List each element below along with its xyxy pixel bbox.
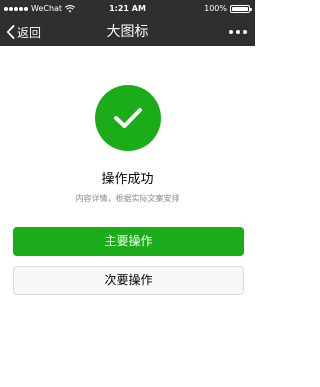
primary-action-button[interactable]: 主要操作 <box>13 227 244 256</box>
success-check-icon <box>95 85 161 151</box>
message-title: 操作成功 <box>101 172 154 187</box>
status-bar: WeChat 1:21 AM 100% <box>0 0 255 18</box>
more-button[interactable] <box>229 18 247 46</box>
more-icon <box>229 30 233 34</box>
secondary-action-button[interactable]: 次要操作 <box>13 266 244 295</box>
battery-percent: 100% <box>204 4 227 13</box>
battery-icon <box>230 5 252 13</box>
nav-bar: 返回 大图标 <box>0 18 255 46</box>
screen: WeChat 1:21 AM 100% 返回 大图标 操作成功 内容详情，根据实… <box>0 0 255 387</box>
battery-fill <box>232 7 248 11</box>
page-title: 大图标 <box>106 24 149 40</box>
checkmark-icon <box>114 108 142 128</box>
status-right: 100% <box>204 0 252 18</box>
message-description: 内容详情，根据实际文案安排 <box>75 194 180 203</box>
